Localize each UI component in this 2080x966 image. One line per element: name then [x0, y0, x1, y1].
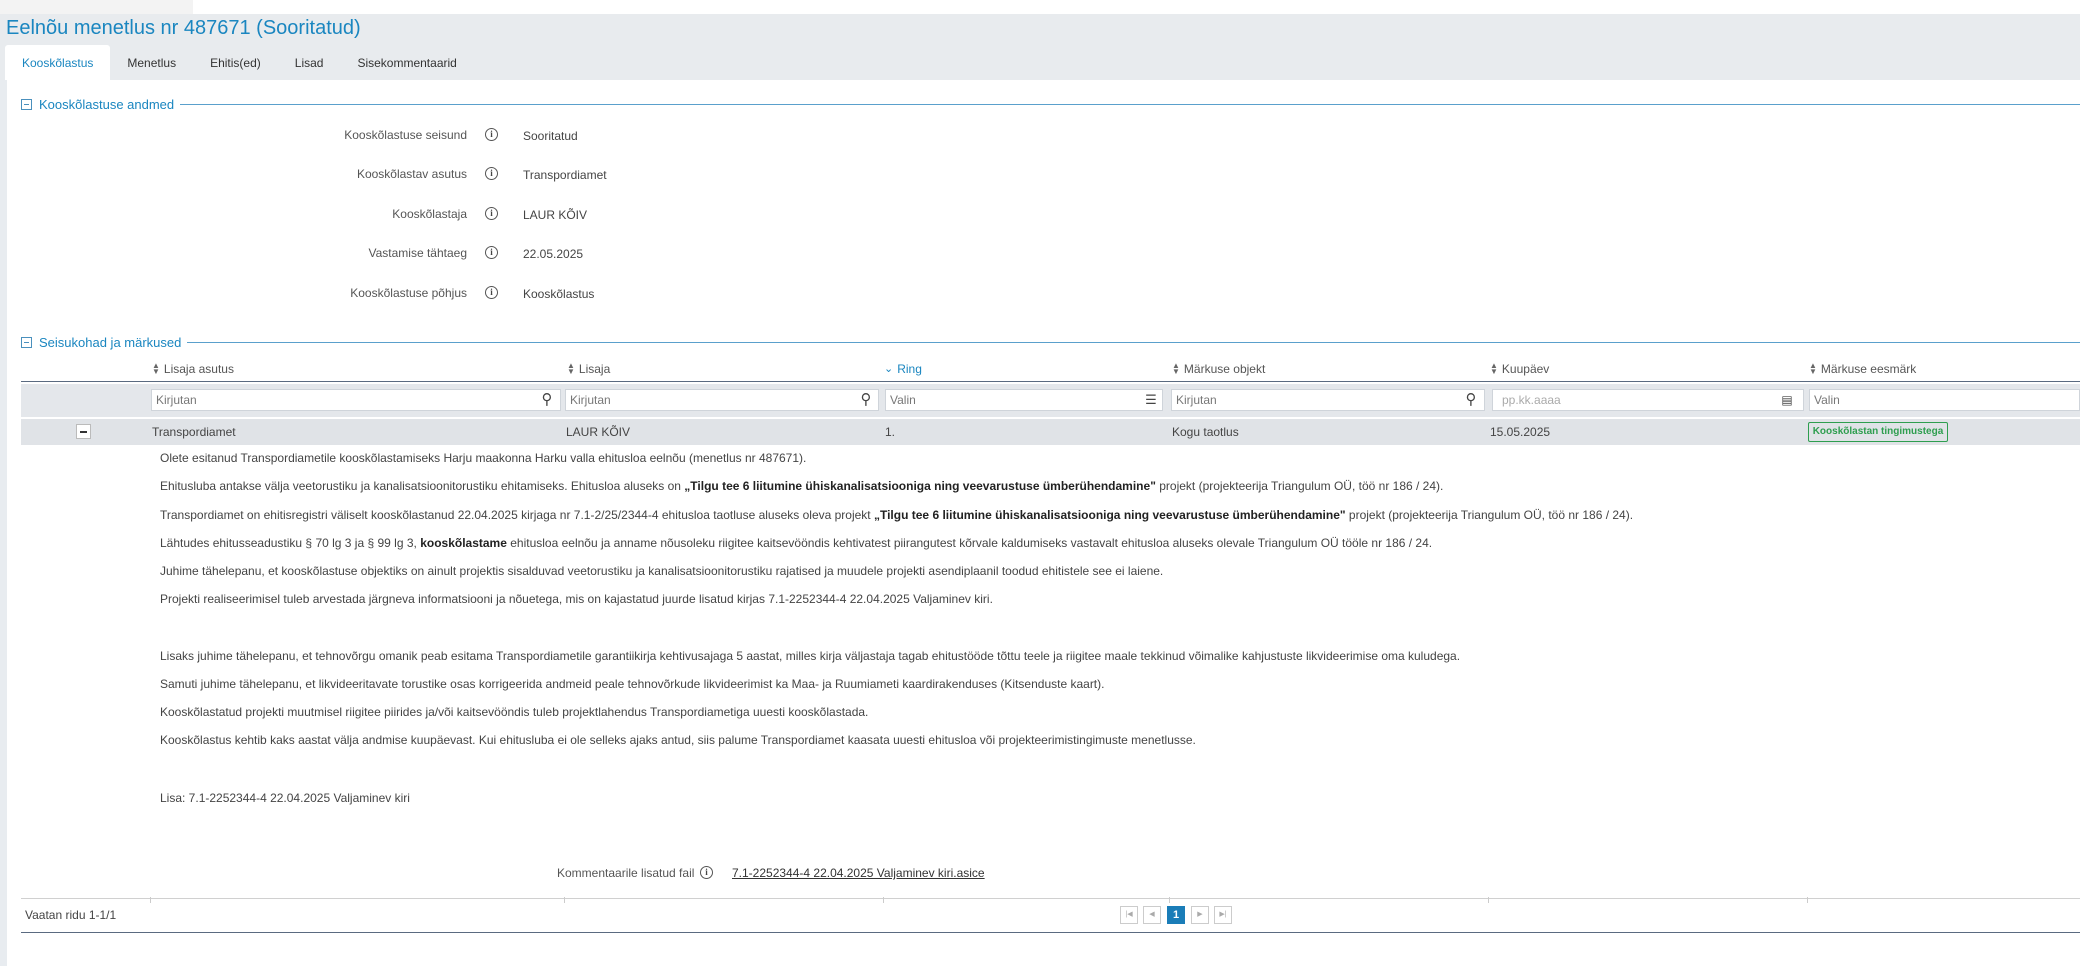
filter-date-kuupaev[interactable]: pp.kk.aaaa: [1492, 389, 1804, 411]
tab-sisekommentaarid[interactable]: Sisekommentaarid: [340, 45, 473, 80]
comment-paragraph: Lisaks juhime tähelepanu, et tehnovõrgu …: [160, 649, 1461, 663]
status-badge: Kooskõlastan tingimustega: [1808, 422, 1948, 442]
table-row[interactable]: [21, 419, 2080, 445]
column-header-markuse-objekt[interactable]: ▲ ▼ Märkuse objekt: [1172, 360, 1265, 378]
first-page-button[interactable]: |◀: [1120, 906, 1138, 924]
collapse-icon[interactable]: [21, 98, 32, 110]
field-label-kooskolastaja: Kooskõlastaja: [392, 207, 467, 221]
page-button-current[interactable]: 1: [1167, 906, 1185, 924]
chevron-down-icon: ⌄: [884, 363, 894, 375]
info-icon[interactable]: i: [485, 286, 498, 299]
sort-icon: ▲ ▼: [152, 361, 160, 376]
comment-paragraph: Kooskõlastus kehtib kaks aastat välja an…: [160, 733, 1196, 747]
field-label-tahtaeg: Vastamise tähtaeg: [368, 246, 467, 260]
column-divider: [1807, 897, 1808, 903]
next-page-button[interactable]: ▶: [1191, 906, 1209, 924]
comment-paragraph: Transpordiamet on ehitisregistri välisel…: [160, 508, 1634, 522]
table-header-line: [21, 381, 2080, 382]
attachment-label: Kommentaarile lisatud fail: [557, 866, 695, 880]
info-icon[interactable]: i: [485, 167, 498, 180]
table-bottom-line: [21, 932, 2080, 933]
comment-paragraph: Samuti juhime tähelepanu, et likvideerit…: [160, 677, 1105, 691]
field-label-asutus: Kooskõlastav asutus: [356, 167, 467, 181]
search-icon[interactable]: ⚲: [857, 391, 875, 409]
filter-select-markuse-eesmark[interactable]: Valin: [1809, 389, 2080, 411]
comment-paragraph: Juhime tähelepanu, et kooskõlastuse obje…: [160, 564, 1164, 578]
comment-paragraph: Ehitusluba antakse välja veetorustiku ja…: [160, 479, 1444, 493]
comment-paragraph: Kooskõlastatud projekti muutmisel riigit…: [160, 705, 869, 719]
cell-object: Kogu taotlus: [1172, 425, 1239, 439]
cell-author: LAUR KÕIV: [566, 425, 631, 439]
comment-paragraph: Projekti realiseerimisel tuleb arvestada…: [160, 592, 993, 606]
field-value-kooskolastaja: LAUR KÕIV: [523, 208, 588, 222]
filter-select-ring[interactable]: Valin: [885, 389, 1163, 411]
tab-bar: Kooskõlastus Menetlus Ehitis(ed) Lisad S…: [5, 45, 474, 80]
filter-input-lisaja-asutus[interactable]: Kirjutan: [151, 389, 561, 411]
column-divider: [150, 897, 151, 903]
info-icon[interactable]: i: [485, 246, 498, 259]
remarks-section-header: Seisukohad ja märkused: [21, 334, 2080, 350]
attachment-link[interactable]: 7.1-2252344-4 22.04.2025 Valjaminev kiri…: [732, 866, 985, 880]
tab-lisad[interactable]: Lisad: [278, 45, 341, 80]
filter-input-lisaja[interactable]: Kirjutan: [565, 389, 879, 411]
section-divider: [180, 103, 2080, 105]
field-label-pohjus: Kooskõlastuse põhjus: [350, 286, 467, 300]
filter-input-markuse-objekt[interactable]: Kirjutan: [1171, 389, 1485, 411]
field-value-asutus: Transpordiamet: [523, 168, 607, 182]
section-divider: [187, 341, 2080, 343]
sort-icon: ▲ ▼: [1809, 361, 1817, 376]
column-divider: [1169, 897, 1170, 903]
collapse-row-button[interactable]: [76, 424, 91, 439]
info-icon[interactable]: i: [485, 128, 498, 141]
tab-ehitised[interactable]: Ehitis(ed): [193, 45, 278, 80]
comment-paragraph: Lisa: 7.1-2252344-4 22.04.2025 Valjamine…: [160, 791, 410, 805]
row-count-text: Vaatan ridu 1-1/1: [25, 908, 117, 922]
list-icon[interactable]: ☰: [1142, 391, 1160, 409]
column-divider: [1488, 897, 1489, 903]
collapse-icon[interactable]: [21, 336, 32, 348]
tab-menetlus[interactable]: Menetlus: [110, 45, 193, 80]
table-footer-divider: [21, 898, 2080, 899]
column-header-ring[interactable]: ⌄ Ring: [884, 360, 922, 378]
field-value-tahtaeg: 22.05.2025: [523, 247, 584, 261]
comment-paragraph: Olete esitanud Transpordiametile kooskõl…: [160, 451, 807, 465]
prev-page-button[interactable]: ◀: [1143, 906, 1161, 924]
top-strip: [0, 0, 193, 15]
cell-date: 15.05.2025: [1490, 425, 1551, 439]
search-icon[interactable]: ⚲: [538, 391, 556, 409]
sort-icon: ▲ ▼: [1490, 361, 1498, 376]
column-header-kuupaev[interactable]: ▲ ▼ Kuupäev: [1490, 360, 1549, 378]
info-icon[interactable]: i: [485, 207, 498, 220]
details-section-title: Kooskõlastuse andmed: [39, 96, 175, 112]
column-divider: [564, 897, 565, 903]
cell-agency: Transpordiamet: [152, 425, 236, 439]
field-label-seisund: Kooskõlastuse seisund: [344, 128, 467, 142]
details-section-header: Kooskõlastuse andmed: [21, 96, 2080, 112]
column-header-markuse-eesmark[interactable]: ▲ ▼ Märkuse eesmärk: [1809, 360, 1916, 378]
field-value-seisund: Sooritatud: [523, 129, 578, 143]
tab-kooskolastus[interactable]: Kooskõlastus: [5, 45, 111, 80]
page-title: Eelnõu menetlus nr 487671 (Sooritatud): [6, 17, 361, 39]
field-value-pohjus: Kooskõlastus: [523, 287, 595, 301]
column-divider: [883, 897, 884, 903]
calendar-icon[interactable]: ▤: [1778, 391, 1796, 409]
sort-icon: ▲ ▼: [1172, 361, 1180, 376]
search-icon[interactable]: ⚲: [1462, 391, 1480, 409]
last-page-button[interactable]: ▶|: [1214, 906, 1232, 924]
cell-round: 1.: [885, 425, 896, 439]
info-icon[interactable]: i: [700, 866, 713, 879]
comment-paragraph: Lähtudes ehitusseadustiku § 70 lg 3 ja §…: [160, 536, 1433, 550]
remarks-section-title: Seisukohad ja märkused: [39, 334, 182, 350]
sort-icon: ▲ ▼: [567, 361, 575, 376]
column-header-lisaja[interactable]: ▲ ▼ Lisaja: [567, 360, 610, 378]
column-header-lisaja-asutus[interactable]: ▲ ▼ Lisaja asutus: [152, 360, 234, 378]
left-rail: [0, 0, 7, 966]
